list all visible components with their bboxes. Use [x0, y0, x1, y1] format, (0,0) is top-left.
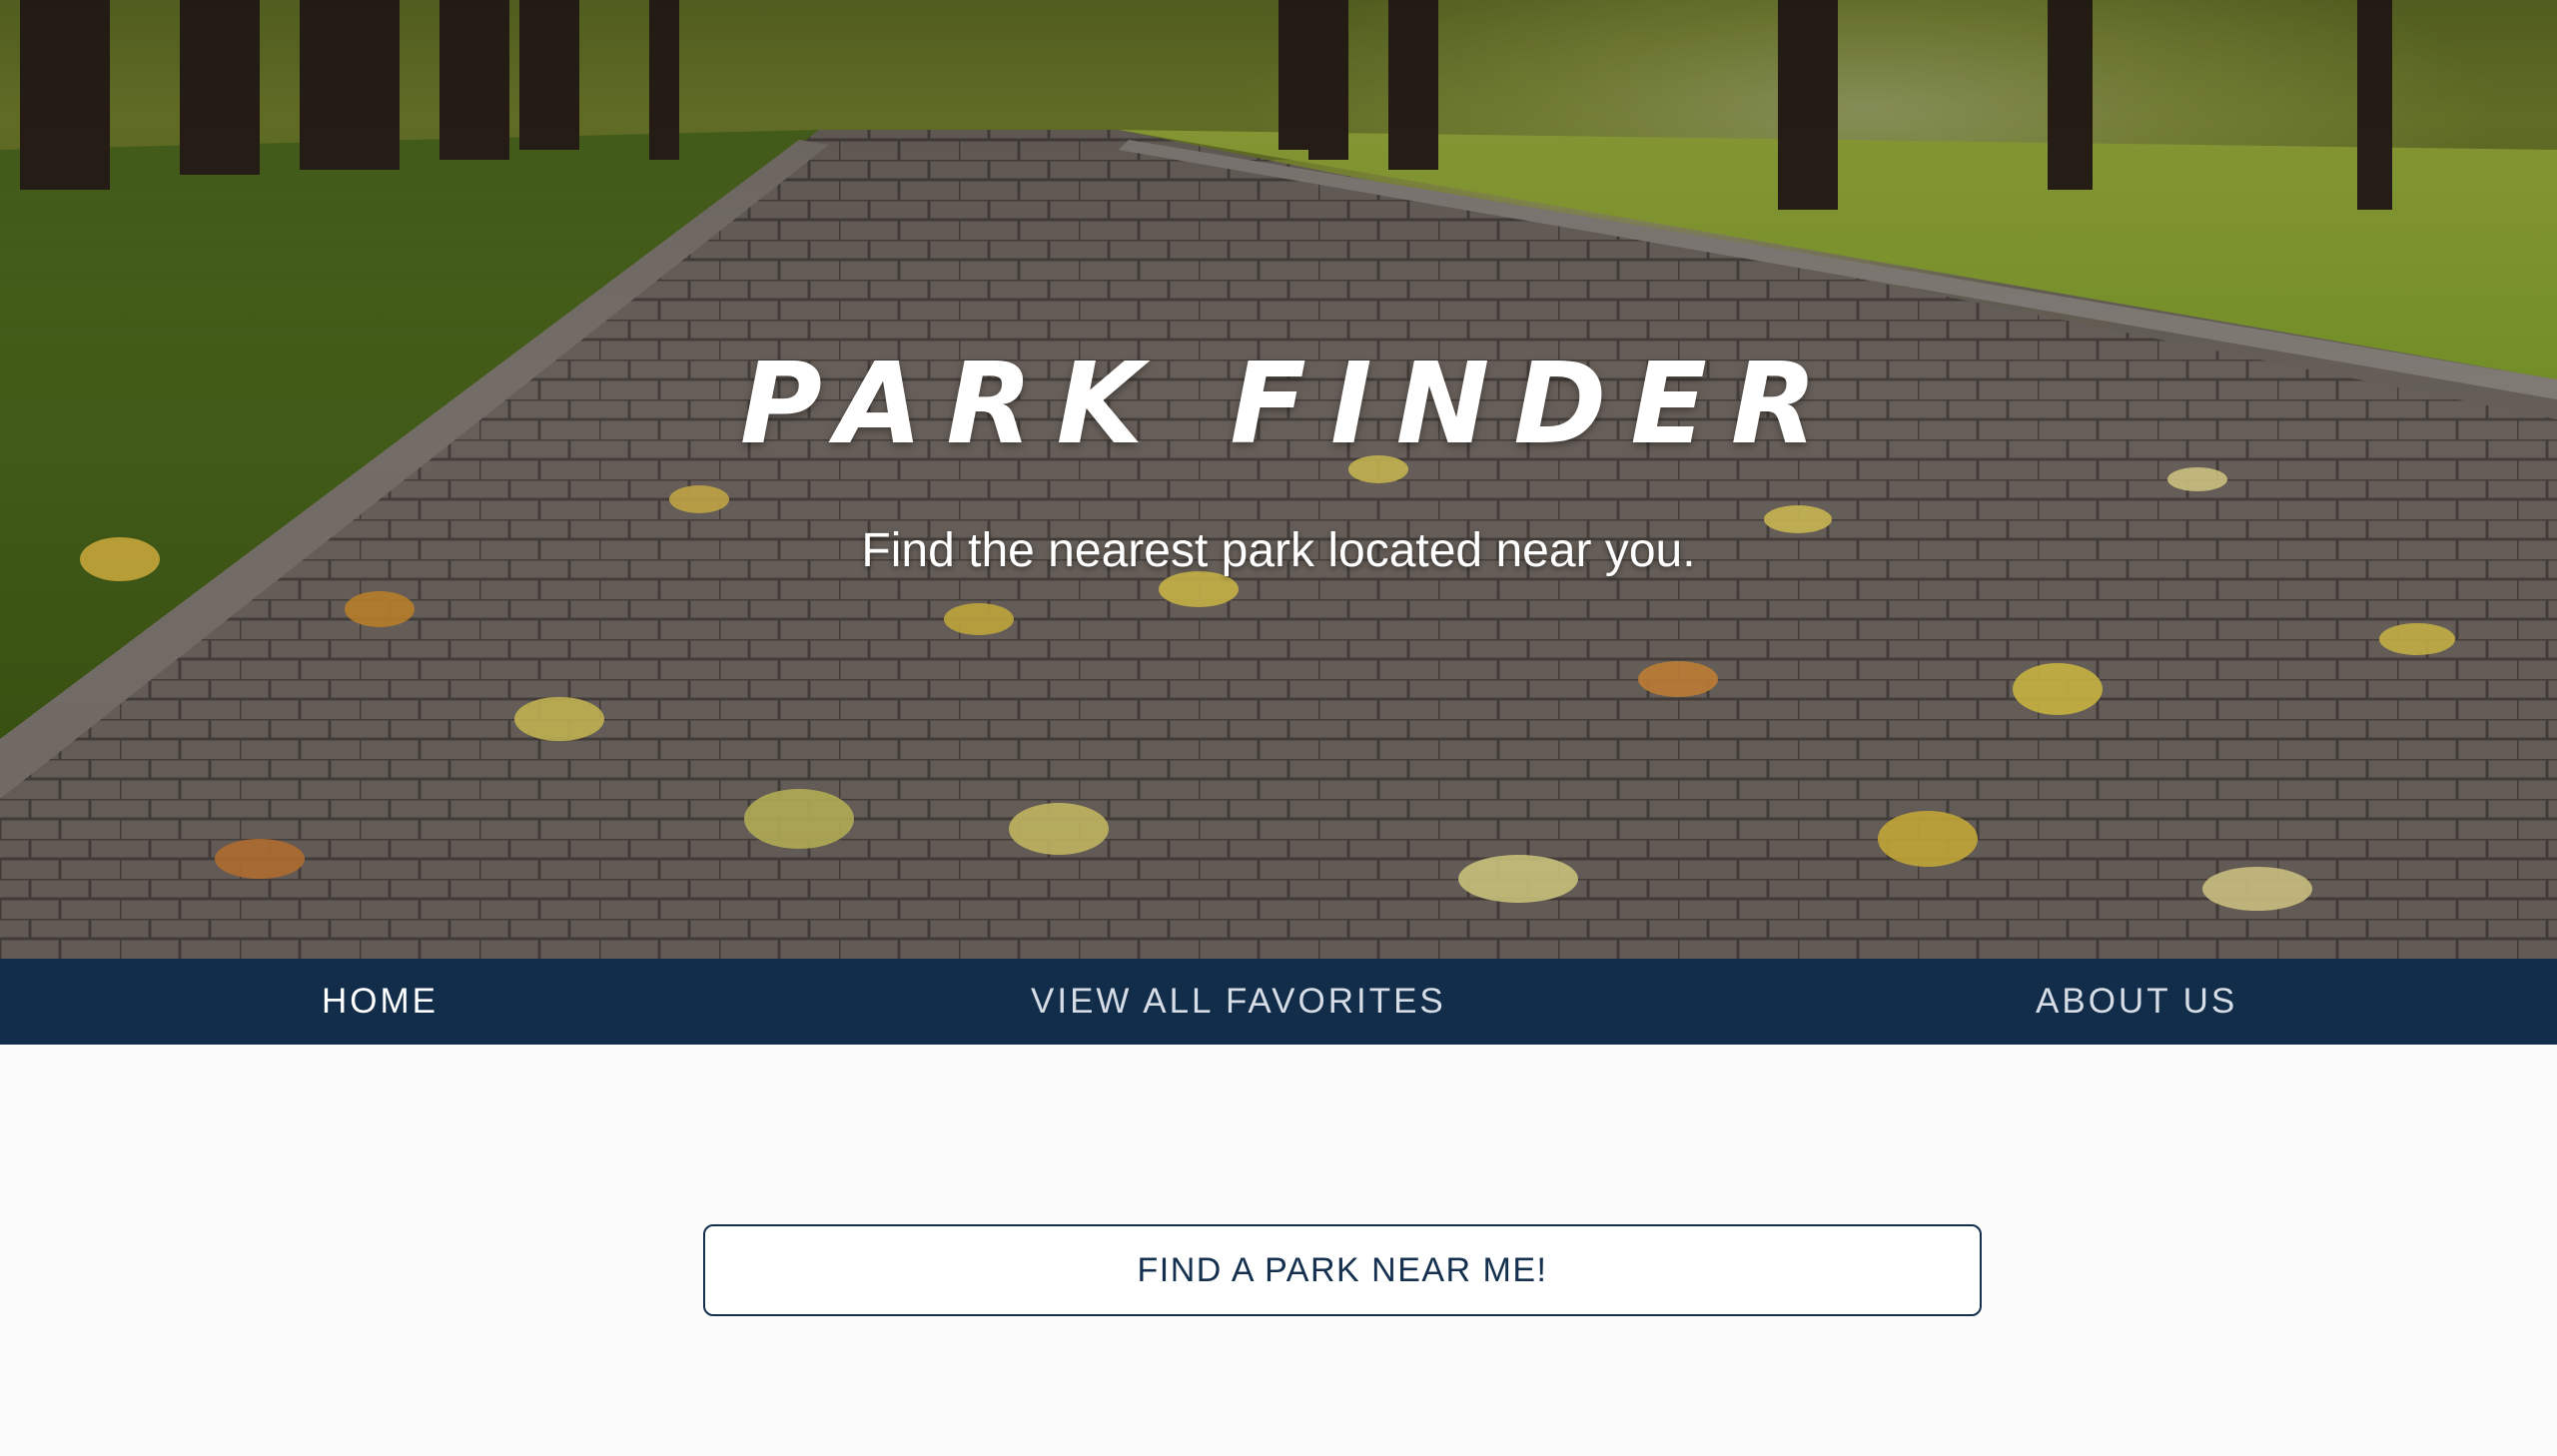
- nav-item-about-us[interactable]: ABOUT US: [2036, 959, 2237, 1045]
- hero-banner: PARK FINDER Find the nearest park locate…: [0, 0, 2557, 959]
- nav-item-view-all-favorites[interactable]: VIEW ALL FAVORITES: [1031, 959, 1446, 1045]
- hero-overlay: [0, 0, 2557, 959]
- page: PARK FINDER Find the nearest park locate…: [0, 0, 2557, 1456]
- main-content: FIND A PARK NEAR ME!: [0, 1045, 2557, 1456]
- main-navigation: HOME VIEW ALL FAVORITES ABOUT US: [0, 959, 2557, 1045]
- site-tagline: Find the nearest park located near you.: [861, 524, 1696, 577]
- nav-item-home[interactable]: HOME: [322, 959, 438, 1045]
- site-title: PARK FINDER: [739, 340, 1842, 469]
- find-park-near-me-button[interactable]: FIND A PARK NEAR ME!: [703, 1224, 1982, 1316]
